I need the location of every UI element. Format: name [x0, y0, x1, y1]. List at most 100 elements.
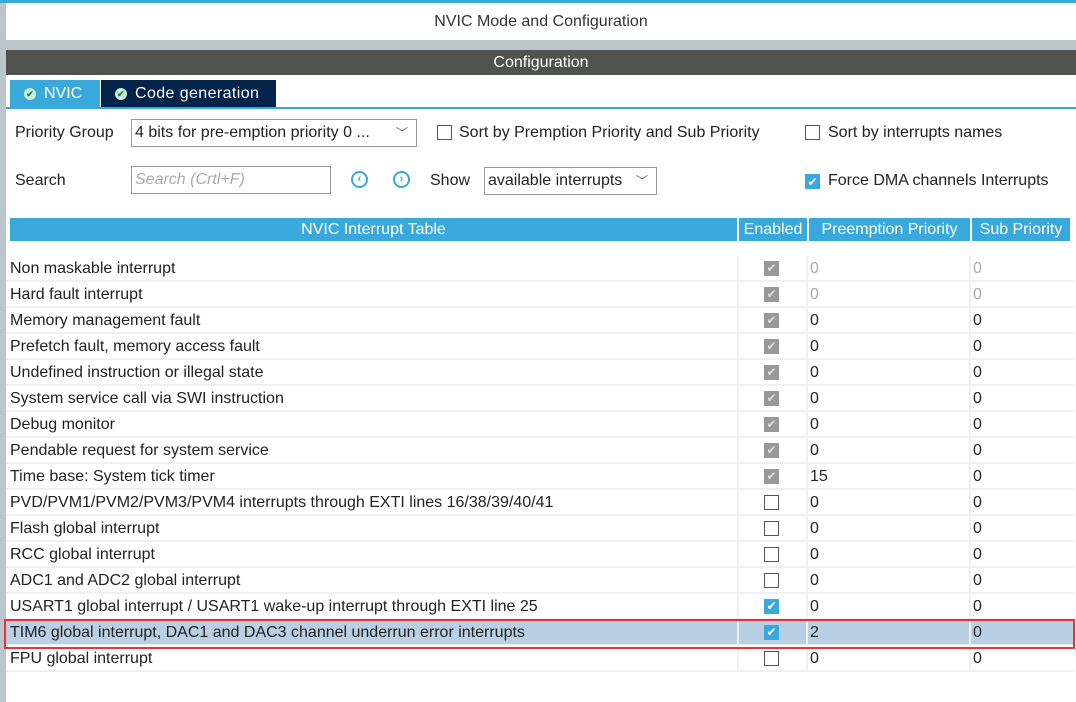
table-row[interactable]: Prefetch fault, memory access fault ✔ 0 0 [6, 334, 1074, 360]
next-icon[interactable]: › [393, 171, 410, 188]
column-divider [969, 334, 971, 358]
column-divider [737, 282, 739, 306]
preemption-priority-value[interactable]: 0 [810, 490, 819, 514]
show-select[interactable]: available interrupts ﹀ [484, 167, 657, 195]
column-divider [737, 360, 739, 384]
column-divider [969, 490, 971, 514]
enabled-checkbox[interactable] [764, 547, 779, 562]
sub-priority-value[interactable]: 0 [973, 282, 982, 306]
sub-priority-value[interactable]: 0 [973, 334, 982, 358]
header-interrupt-table[interactable]: NVIC Interrupt Table [10, 218, 737, 241]
enabled-checkbox[interactable]: ✔ [764, 391, 779, 406]
enabled-checkbox[interactable]: ✔ [764, 365, 779, 380]
table-row[interactable]: FPU global interrupt 0 0 [6, 646, 1074, 672]
table-row[interactable]: USART1 global interrupt / USART1 wake-up… [6, 594, 1074, 620]
sub-priority-value[interactable]: 0 [973, 360, 982, 384]
preemption-priority-value[interactable]: 0 [810, 646, 819, 670]
enabled-checkbox[interactable]: ✔ [764, 443, 779, 458]
column-divider [969, 308, 971, 332]
preemption-priority-value[interactable]: 0 [810, 438, 819, 462]
sub-priority-value[interactable]: 0 [973, 308, 982, 332]
table-row[interactable]: ADC1 and ADC2 global interrupt 0 0 [6, 568, 1074, 594]
sort-premption-checkbox[interactable] [437, 125, 452, 140]
enabled-checkbox[interactable] [764, 495, 779, 510]
table-row[interactable]: System service call via SWI instruction ✔… [6, 386, 1074, 412]
sub-priority-value[interactable]: 0 [973, 256, 982, 280]
preemption-priority-value[interactable]: 0 [810, 308, 819, 332]
table-row[interactable]: Pendable request for system service ✔ 0 0 [6, 438, 1074, 464]
preemption-priority-value[interactable]: 0 [810, 568, 819, 592]
table-row[interactable]: Debug monitor ✔ 0 0 [6, 412, 1074, 438]
table-row[interactable]: Memory management fault ✔ 0 0 [6, 308, 1074, 334]
table-row[interactable]: Non maskable interrupt ✔ 0 0 [6, 256, 1074, 282]
column-divider [737, 594, 739, 618]
column-divider [737, 256, 739, 280]
force-dma-checkbox[interactable]: ✔ [805, 174, 820, 189]
column-divider [969, 256, 971, 280]
sub-priority-value[interactable]: 0 [973, 594, 982, 618]
column-divider [806, 646, 808, 670]
sub-priority-value[interactable]: 0 [973, 646, 982, 670]
enabled-checkbox[interactable] [764, 651, 779, 666]
sub-priority-value[interactable]: 0 [973, 568, 982, 592]
enabled-checkbox[interactable] [764, 521, 779, 536]
interrupt-name: PVD/PVM1/PVM2/PVM3/PVM4 interrupts throu… [10, 494, 554, 511]
preemption-priority-value[interactable]: 0 [810, 386, 819, 410]
previous-icon[interactable]: ‹ [351, 171, 368, 188]
header-enabled[interactable]: Enabled [739, 218, 807, 241]
column-divider [806, 594, 808, 618]
sort-names-checkbox[interactable] [805, 125, 820, 140]
priority-group-label: Priority Group [15, 124, 114, 141]
table-row[interactable]: PVD/PVM1/PVM2/PVM3/PVM4 interrupts throu… [6, 490, 1074, 516]
enabled-checkbox[interactable]: ✔ [764, 313, 779, 328]
column-divider [737, 464, 739, 488]
column-divider [737, 412, 739, 436]
table-row[interactable]: Flash global interrupt 0 0 [6, 516, 1074, 542]
enabled-checkbox[interactable]: ✔ [764, 417, 779, 432]
header-sub-priority[interactable]: Sub Priority [972, 218, 1070, 241]
tab-nvic[interactable]: ✔ NVIC [10, 80, 100, 107]
table-row[interactable]: RCC global interrupt 0 0 [6, 542, 1074, 568]
interrupt-name: ADC1 and ADC2 global interrupt [10, 572, 241, 589]
sub-priority-value[interactable]: 0 [973, 490, 982, 514]
enabled-checkbox[interactable]: ✔ [764, 469, 779, 484]
enabled-checkbox[interactable]: ✔ [764, 339, 779, 354]
preemption-priority-value[interactable]: 0 [810, 256, 819, 280]
table-row[interactable]: Time base: System tick timer ✔ 15 0 [6, 464, 1074, 490]
search-label: Search [15, 172, 66, 189]
preemption-priority-value[interactable]: 0 [810, 594, 819, 618]
interrupt-name: Prefetch fault, memory access fault [10, 338, 260, 355]
sub-priority-value[interactable]: 0 [973, 542, 982, 566]
table-row[interactable]: Hard fault interrupt ✔ 0 0 [6, 282, 1074, 308]
search-input[interactable]: Search (Crtl+F) [131, 166, 331, 194]
preemption-priority-value[interactable]: 15 [810, 464, 828, 488]
interrupt-name: RCC global interrupt [10, 546, 155, 563]
column-divider [969, 516, 971, 540]
preemption-priority-value[interactable]: 0 [810, 542, 819, 566]
priority-group-select[interactable]: 4 bits for pre-emption priority 0 ... ﹀ [131, 119, 417, 147]
preemption-priority-value[interactable]: 0 [810, 412, 819, 436]
sub-priority-value[interactable]: 0 [973, 516, 982, 540]
sub-priority-value[interactable]: 0 [973, 386, 982, 410]
header-preemption-priority[interactable]: Preemption Priority [809, 218, 970, 241]
show-value: available interrupts [488, 172, 623, 189]
column-divider [806, 542, 808, 566]
column-divider [806, 386, 808, 410]
column-divider [969, 282, 971, 306]
preemption-priority-value[interactable]: 0 [810, 516, 819, 540]
column-divider [737, 308, 739, 332]
preemption-priority-value[interactable]: 0 [810, 282, 819, 306]
column-divider [969, 594, 971, 618]
sub-priority-value[interactable]: 0 [973, 438, 982, 462]
sub-priority-value[interactable]: 0 [973, 412, 982, 436]
sub-priority-value[interactable]: 0 [973, 464, 982, 488]
preemption-priority-value[interactable]: 0 [810, 334, 819, 358]
interrupt-name: System service call via SWI instruction [10, 390, 284, 407]
preemption-priority-value[interactable]: 0 [810, 360, 819, 384]
enabled-checkbox[interactable]: ✔ [764, 599, 779, 614]
enabled-checkbox[interactable] [764, 573, 779, 588]
table-row[interactable]: Undefined instruction or illegal state ✔ 0… [6, 360, 1074, 386]
enabled-checkbox[interactable]: ✔ [764, 287, 779, 302]
tab-code-generation[interactable]: ✔ Code generation [101, 80, 276, 107]
enabled-checkbox[interactable]: ✔ [764, 261, 779, 276]
